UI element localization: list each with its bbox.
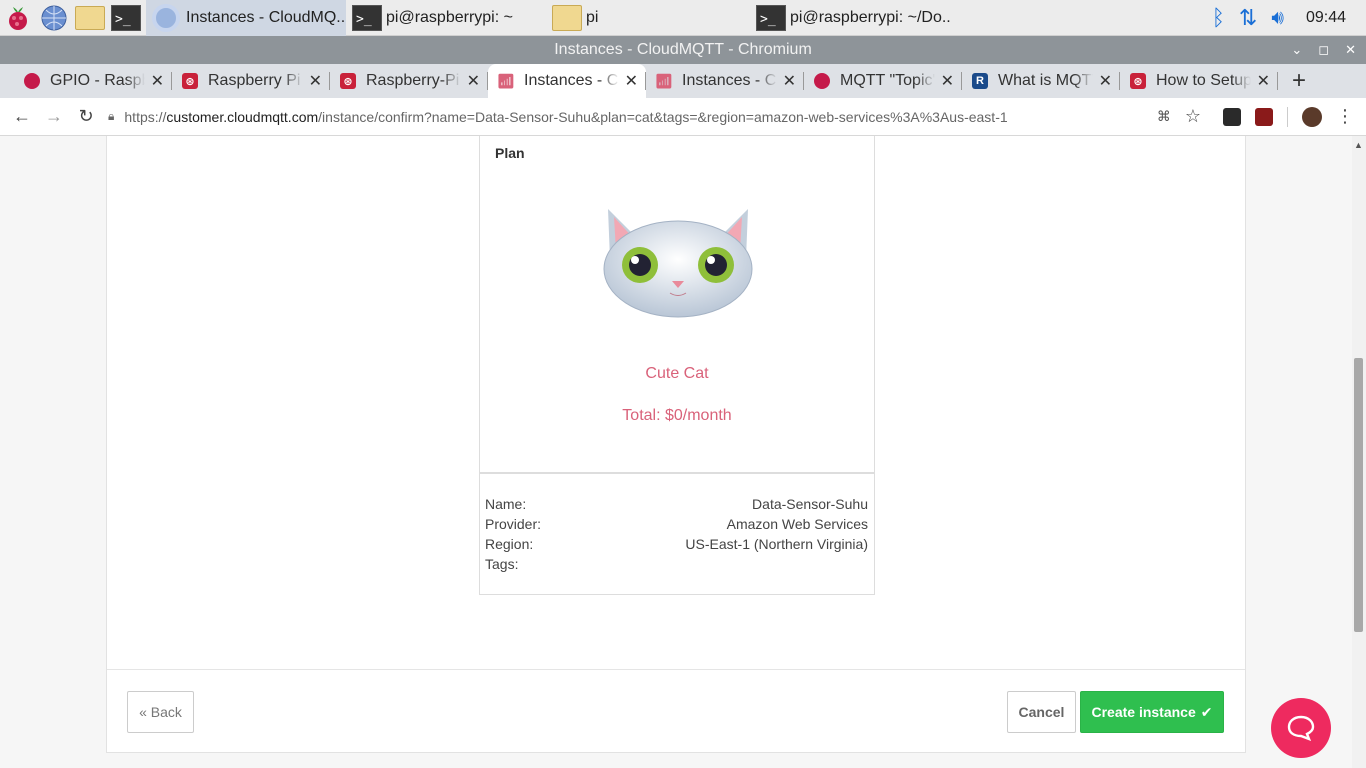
terminal-icon: >_ — [756, 4, 786, 31]
raspberry-icon — [814, 73, 830, 89]
create-instance-button[interactable]: Create instance ✔ — [1080, 691, 1224, 733]
task-folder[interactable]: pi — [548, 0, 750, 36]
instance-details: Name: Data-Sensor-Suhu Provider: Amazon We… — [479, 473, 875, 595]
address-bar[interactable]: 🔒︎ https://customer.cloudmqtt.com/instan… — [108, 109, 1157, 125]
detail-row-provider: Provider: Amazon Web Services — [485, 516, 868, 532]
tab-close-icon[interactable]: ✕ — [1257, 71, 1270, 91]
chromium-icon — [152, 3, 180, 32]
plan-heading: Plan — [495, 145, 525, 161]
confirm-panel: Plan Cute Cat Total: $0/month Name: Data-… — [106, 136, 1246, 753]
tab-what-is-mqtt[interactable]: R What is MQTT ✕ — [962, 64, 1120, 98]
menu-icon[interactable]: ⋮ — [1336, 106, 1354, 127]
terminal-icon[interactable]: >_ — [108, 0, 144, 36]
task-terminal-1[interactable]: >_ pi@raspberrypi: ~ — [346, 0, 548, 36]
folder-icon — [552, 4, 582, 31]
tab-raspberry-pi-2[interactable]: ⊛ Raspberry-Pi ✕ — [330, 64, 488, 98]
detail-row-region: Region: US-East-1 (Northern Virginia) — [485, 536, 868, 552]
lock-icon: 🔒︎ — [108, 109, 115, 123]
close-icon[interactable]: ✕ — [1345, 36, 1356, 64]
tab-close-icon[interactable]: ✕ — [625, 71, 638, 91]
raspberry-menu-icon[interactable] — [0, 0, 36, 36]
network-icon[interactable]: ⇅ — [1239, 5, 1257, 31]
translate-icon[interactable]: ⌘ — [1157, 108, 1171, 125]
plan-total: Total: $0/month — [622, 407, 732, 424]
scrollbar-thumb[interactable] — [1354, 358, 1363, 632]
tab-close-icon[interactable]: ✕ — [941, 71, 954, 91]
maximize-icon[interactable]: ◻ — [1318, 36, 1329, 64]
taskbar: >_ Instances - CloudMQ... >_ pi@raspberr… — [0, 0, 1366, 36]
tab-instances-active[interactable]: 📶︎ Instances - CloudMQTT✕ — [488, 64, 646, 98]
tab-mqtt-topic[interactable]: MQTT "Topic" ✕ — [804, 64, 962, 98]
navigation-bar: ← → ↻ 🔒︎ https://customer.cloudmqtt.com /… — [0, 98, 1366, 136]
back-arrow-icon[interactable]: ← — [6, 106, 38, 127]
window-title: Instances - CloudMQTT - Chromium — [554, 41, 812, 58]
tab-close-icon[interactable]: ✕ — [783, 71, 796, 91]
cat-illustration-icon — [603, 209, 753, 318]
detail-row-tags: Tags: — [485, 556, 519, 572]
star-icon[interactable]: ☆ — [1185, 106, 1201, 127]
chat-bubble-icon — [1287, 715, 1315, 741]
reload-icon[interactable]: ↻ — [70, 106, 102, 127]
tab-strip: GPIO - Raspberry✕ ⊛ Raspberry Pi✕ ⊛ Rasp… — [0, 64, 1366, 98]
cancel-button[interactable]: Cancel — [1007, 691, 1076, 733]
tab-gpio[interactable]: GPIO - Raspberry✕ — [14, 64, 172, 98]
extension-icon[interactable] — [1223, 107, 1241, 126]
detail-row-name: Name: Data-Sensor-Suhu — [485, 496, 868, 512]
form-footer: « Back Cancel Create instance ✔ — [107, 669, 1245, 754]
tab-close-icon[interactable]: ✕ — [309, 71, 322, 91]
minimize-icon[interactable]: ⌄ — [1291, 36, 1302, 64]
terminal-icon: >_ — [352, 4, 382, 31]
new-tab-icon[interactable]: + — [1278, 64, 1320, 98]
tab-close-icon[interactable]: ✕ — [467, 71, 480, 91]
tab-instances[interactable]: 📶︎ Instances - CloudMQTT✕ — [646, 64, 804, 98]
ublock-icon[interactable] — [1255, 107, 1273, 126]
plan-card: Plan Cute Cat Total: $0/month — [479, 136, 875, 473]
url-scheme: https:// — [124, 108, 167, 125]
window-titlebar: Instances - CloudMQTT - Chromium ⌄ ◻ ✕ — [0, 36, 1366, 64]
globe-icon[interactable] — [36, 0, 72, 36]
site-icon: ⊛ — [182, 73, 198, 89]
checkmark-icon: ✔ — [1200, 703, 1213, 720]
clock: 09:44 — [1305, 9, 1346, 26]
back-button[interactable]: « Back — [127, 691, 194, 733]
scroll-up-icon[interactable]: ▲ — [1354, 140, 1363, 150]
bluetooth-icon[interactable]: ᛒ — [1212, 5, 1225, 31]
chat-widget-button[interactable] — [1271, 698, 1331, 758]
profile-avatar[interactable] — [1302, 106, 1322, 127]
site-icon: ⊛ — [340, 73, 356, 89]
cloudmqtt-icon: 📶︎ — [655, 72, 673, 89]
forward-arrow-icon[interactable]: → — [38, 106, 70, 127]
page-content: Plan Cute Cat Total: $0/month Name: Data-… — [0, 136, 1352, 768]
task-chromium[interactable]: Instances - CloudMQ... — [146, 0, 346, 36]
system-tray: ᛒ ⇅ 🔊︎ 09:44 — [1212, 0, 1366, 36]
url-path: /instance/confirm?name=Data-Sensor-Suhu&… — [318, 108, 1008, 125]
cloudmqtt-icon: 📶︎ — [497, 72, 515, 89]
site-icon: ⊛ — [1130, 73, 1146, 89]
tab-how-to-setup[interactable]: ⊛ How to Setup ✕ — [1120, 64, 1278, 98]
folder-icon[interactable] — [72, 0, 108, 36]
task-terminal-2[interactable]: >_ pi@raspberrypi: ~/Do... — [750, 0, 950, 36]
tab-close-icon[interactable]: ✕ — [1099, 71, 1112, 91]
create-instance-label: Create instance — [1091, 704, 1196, 720]
plan-name: Cute Cat — [645, 365, 709, 382]
url-host: customer.cloudmqtt.com — [166, 108, 319, 125]
tab-close-icon[interactable]: ✕ — [151, 71, 164, 91]
divider — [1287, 106, 1288, 127]
tab-raspberry-pi[interactable]: ⊛ Raspberry Pi ✕ — [172, 64, 330, 98]
raspberry-icon — [24, 73, 40, 89]
r-icon: R — [972, 73, 988, 89]
volume-icon[interactable]: 🔊︎ — [1271, 7, 1284, 30]
